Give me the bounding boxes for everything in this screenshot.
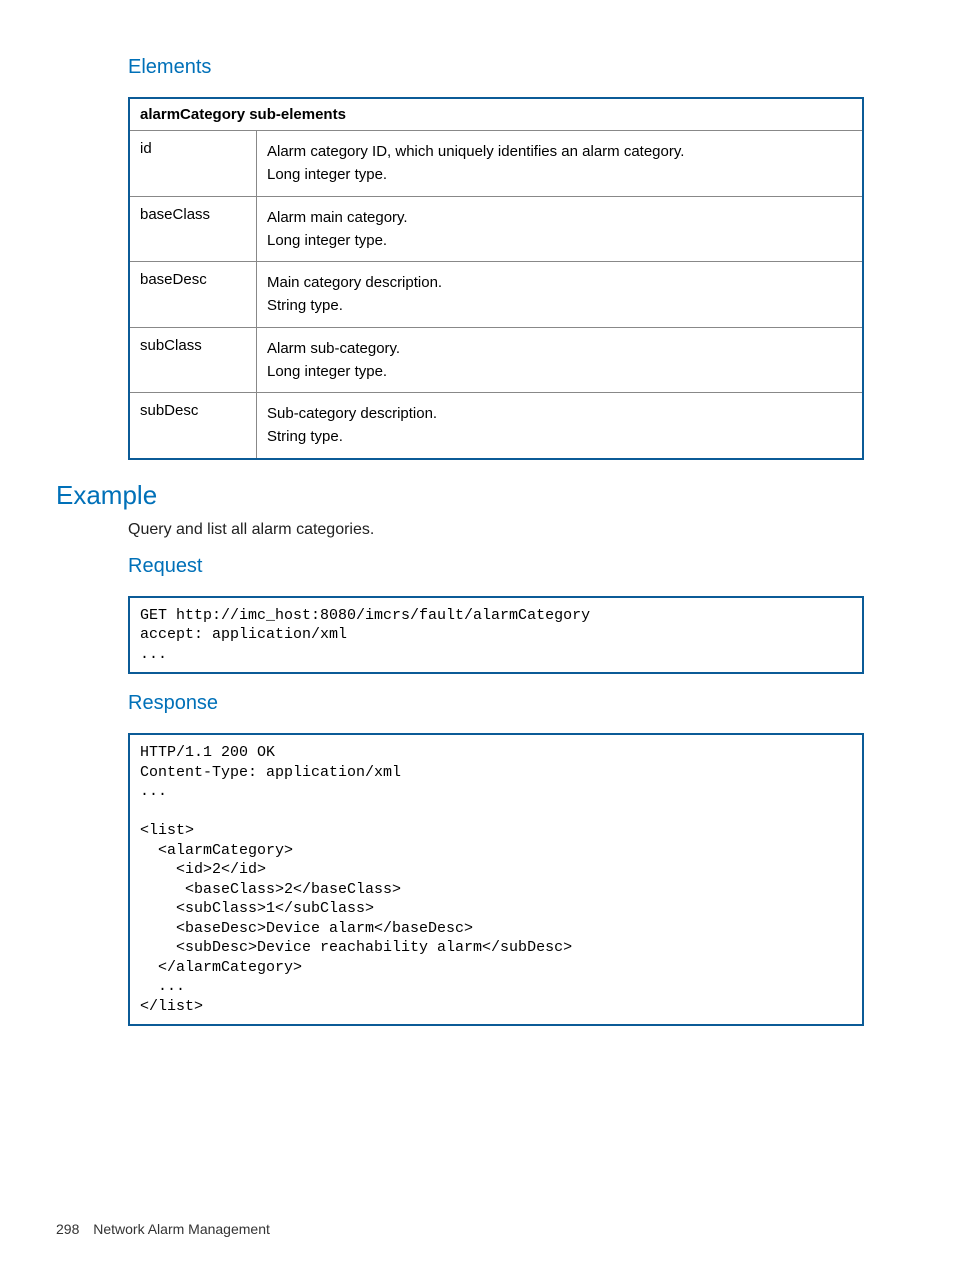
desc-line: String type. bbox=[267, 294, 852, 317]
table-row: id Alarm category ID, which uniquely ide… bbox=[129, 131, 863, 197]
desc-line: Alarm main category. bbox=[267, 206, 852, 229]
example-intro: Query and list all alarm categories. bbox=[128, 521, 864, 539]
table-row: baseClass Alarm main category. Long inte… bbox=[129, 196, 863, 262]
elements-table: alarmCategory sub-elements id Alarm cate… bbox=[128, 97, 864, 460]
row-desc: Alarm sub-category. Long integer type. bbox=[257, 327, 864, 393]
row-key: subClass bbox=[129, 327, 257, 393]
row-key: subDesc bbox=[129, 393, 257, 459]
request-heading: Request bbox=[128, 555, 864, 578]
desc-line: Long integer type. bbox=[267, 229, 852, 252]
table-row: baseDesc Main category description. Stri… bbox=[129, 262, 863, 328]
desc-line: Alarm sub-category. bbox=[267, 337, 852, 360]
desc-line: String type. bbox=[267, 425, 852, 448]
request-code-block: GET http://imc_host:8080/imcrs/fault/ala… bbox=[128, 596, 864, 675]
page-number: 298 bbox=[56, 1221, 79, 1237]
table-row: subClass Alarm sub-category. Long intege… bbox=[129, 327, 863, 393]
row-key: baseDesc bbox=[129, 262, 257, 328]
desc-line: Long integer type. bbox=[267, 360, 852, 383]
example-heading: Example bbox=[56, 480, 864, 511]
desc-line: Main category description. bbox=[267, 271, 852, 294]
desc-line: Long integer type. bbox=[267, 163, 852, 186]
row-key: baseClass bbox=[129, 196, 257, 262]
response-code-block: HTTP/1.1 200 OK Content-Type: applicatio… bbox=[128, 733, 864, 1026]
row-desc: Sub-category description. String type. bbox=[257, 393, 864, 459]
desc-line: Alarm category ID, which uniquely identi… bbox=[267, 140, 852, 163]
response-heading: Response bbox=[128, 692, 864, 715]
row-key: id bbox=[129, 131, 257, 197]
table-header: alarmCategory sub-elements bbox=[129, 98, 863, 131]
row-desc: Main category description. String type. bbox=[257, 262, 864, 328]
elements-heading: Elements bbox=[128, 56, 864, 79]
footer-section: Network Alarm Management bbox=[93, 1221, 270, 1237]
table-row: subDesc Sub-category description. String… bbox=[129, 393, 863, 459]
row-desc: Alarm main category. Long integer type. bbox=[257, 196, 864, 262]
row-desc: Alarm category ID, which uniquely identi… bbox=[257, 131, 864, 197]
desc-line: Sub-category description. bbox=[267, 402, 852, 425]
page-footer: 298 Network Alarm Management bbox=[56, 1221, 270, 1237]
